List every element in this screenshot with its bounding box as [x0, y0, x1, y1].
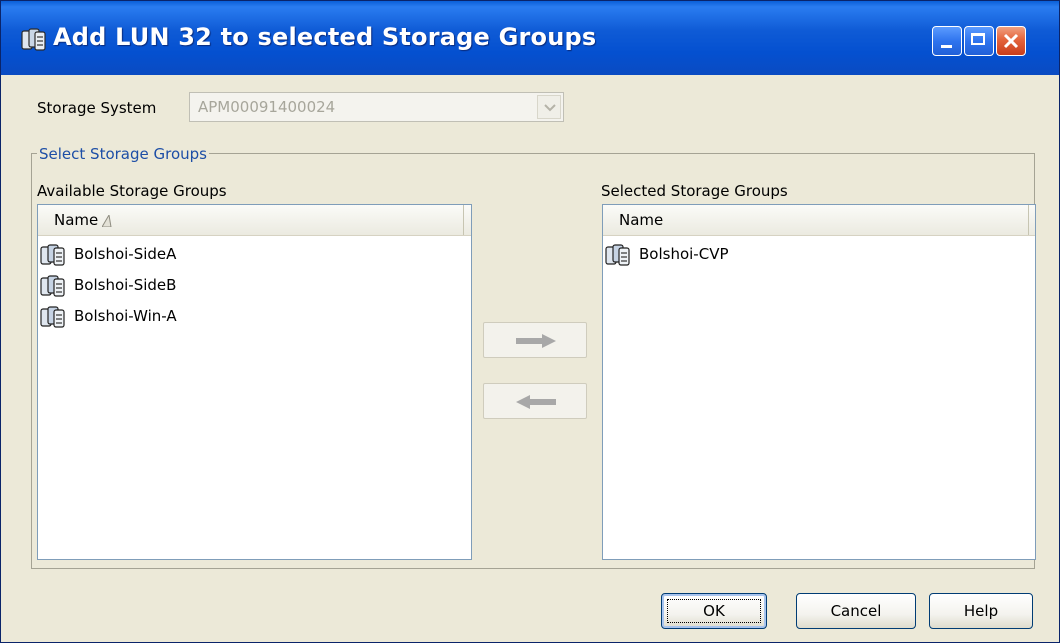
- name-column-header[interactable]: Name: [603, 205, 1029, 235]
- name-column-header[interactable]: Name: [38, 205, 464, 235]
- cancel-button[interactable]: Cancel: [796, 593, 916, 629]
- available-groups-list[interactable]: Name Bolshoi-SideA Bolshoi-SideB Bolshoi-W…: [37, 204, 472, 560]
- remove-from-selected-button[interactable]: [483, 383, 587, 419]
- selected-rows: Bolshoi-CVP: [603, 239, 1035, 270]
- ok-button[interactable]: OK: [661, 593, 767, 629]
- minimize-button[interactable]: [932, 26, 962, 56]
- selected-groups-list[interactable]: Name Bolshoi-CVP: [602, 204, 1036, 560]
- storage-system-select[interactable]: APM00091400024: [189, 92, 564, 122]
- add-to-selected-button[interactable]: [483, 322, 587, 358]
- storage-group-name: Bolshoi-SideB: [74, 276, 177, 294]
- column-header-label: Name: [619, 211, 664, 229]
- dialog-window: Add LUN 32 to selected Storage Groups St…: [0, 0, 1060, 643]
- list-header: Name: [603, 205, 1035, 236]
- list-item[interactable]: Bolshoi-Win-A: [38, 301, 471, 332]
- help-button-label: Help: [963, 602, 999, 620]
- cancel-button-label: Cancel: [830, 602, 882, 620]
- storage-system-value: APM00091400024: [198, 98, 336, 116]
- maximize-button[interactable]: [964, 26, 994, 56]
- storage-system-label: Storage System: [37, 99, 157, 117]
- list-header: Name: [38, 205, 471, 236]
- storage-group-icon: [40, 243, 66, 267]
- chevron-down-icon: [544, 104, 556, 112]
- list-item[interactable]: Bolshoi-SideA: [38, 239, 471, 270]
- list-item[interactable]: Bolshoi-SideB: [38, 270, 471, 301]
- list-item[interactable]: Bolshoi-CVP: [603, 239, 1035, 270]
- title-bar[interactable]: Add LUN 32 to selected Storage Groups: [1, 1, 1059, 75]
- window-title: Add LUN 32 to selected Storage Groups: [53, 23, 597, 51]
- help-button[interactable]: Help: [929, 593, 1033, 629]
- storage-group-icon: [21, 28, 46, 51]
- column-header-label: Name: [54, 211, 99, 229]
- storage-group-icon: [605, 243, 631, 267]
- available-groups-label: Available Storage Groups: [37, 182, 227, 200]
- group-box-title: Select Storage Groups: [37, 145, 209, 163]
- storage-group-name: Bolshoi-SideA: [74, 245, 177, 263]
- selected-groups-label: Selected Storage Groups: [601, 182, 788, 200]
- arrow-right-icon: [516, 334, 556, 348]
- close-button[interactable]: [996, 26, 1026, 56]
- storage-group-name: Bolshoi-CVP: [639, 245, 729, 263]
- available-rows: Bolshoi-SideA Bolshoi-SideB Bolshoi-Win-A: [38, 239, 471, 332]
- storage-group-icon: [40, 305, 66, 329]
- arrow-left-icon: [516, 395, 556, 409]
- focus-outline: [667, 599, 761, 623]
- dropdown-button[interactable]: [537, 95, 561, 119]
- sort-ascending-icon: [102, 215, 112, 227]
- storage-group-name: Bolshoi-Win-A: [74, 307, 177, 325]
- close-icon: [1003, 33, 1019, 49]
- storage-group-icon: [40, 274, 66, 298]
